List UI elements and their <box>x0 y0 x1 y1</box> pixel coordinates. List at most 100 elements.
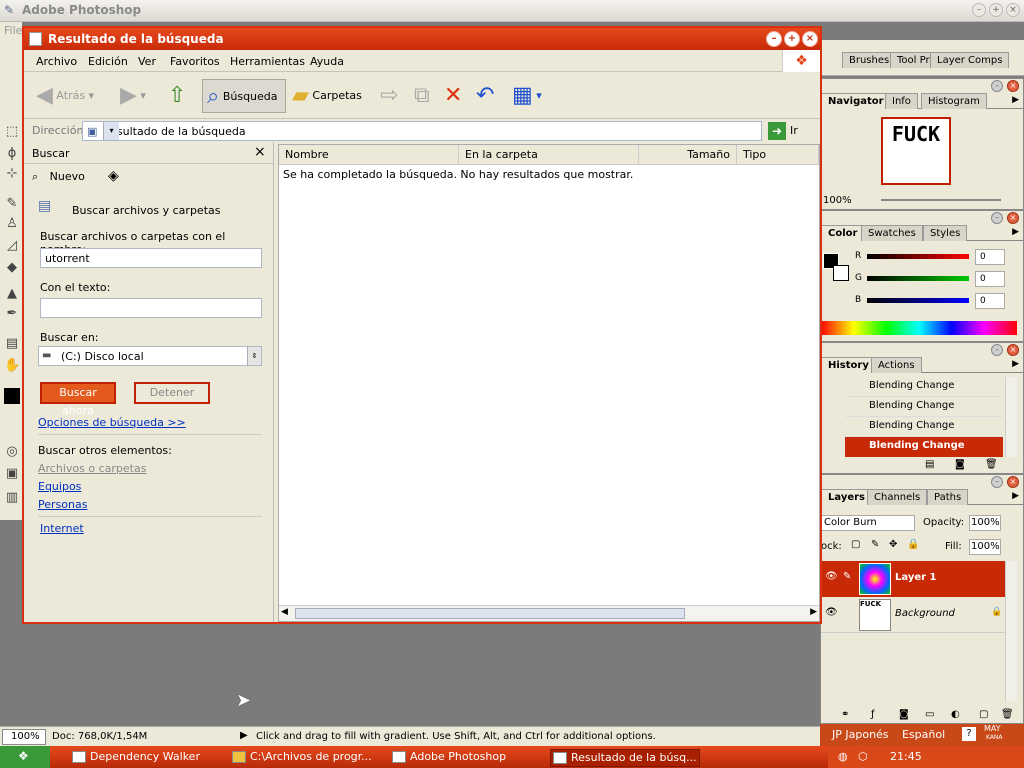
search-in-select[interactable]: ▬ (C:) Disco local ⇕ <box>38 346 262 366</box>
address-input[interactable]: ▣ Resultado de la búsqueda ▾ <box>82 121 762 141</box>
menu-ayuda[interactable]: Ayuda <box>310 55 344 68</box>
channel-r-value[interactable]: 0 <box>975 249 1005 265</box>
layer-style-icon[interactable]: ƒ <box>871 709 875 720</box>
new-snapshot-icon[interactable]: ▤ <box>925 459 934 470</box>
marquee-tool-icon[interactable]: ⬚ <box>4 124 20 140</box>
crop-tool-icon[interactable]: ⊹ <box>4 166 20 182</box>
minimize-button[interactable]: – <box>766 31 782 47</box>
tray-app-icon[interactable]: ⬡ <box>858 750 868 763</box>
stamp-tool-icon[interactable]: ♙ <box>4 216 20 232</box>
hand-tool-icon[interactable]: ✋ <box>4 358 20 374</box>
history-item[interactable]: Blending Change <box>845 377 1003 397</box>
menu-archivo[interactable]: Archivo <box>36 55 77 68</box>
brush-tool-icon[interactable]: ✎ <box>4 196 20 212</box>
channel-b-slider[interactable] <box>867 298 969 303</box>
scroll-left-icon[interactable]: ◀ <box>281 607 288 617</box>
taskbar-item-photoshop[interactable]: Adobe Photoshop <box>390 749 540 767</box>
chevron-down-icon[interactable]: ⇕ <box>247 347 261 365</box>
eraser-tool-icon[interactable]: ◿ <box>4 238 20 254</box>
tab-styles[interactable]: Styles <box>923 225 968 241</box>
navigator-close-icon[interactable]: × <box>1007 80 1019 92</box>
notes-tool-icon[interactable]: ▤ <box>4 336 20 352</box>
tab-swatches[interactable]: Swatches <box>861 225 923 241</box>
menu-favoritos[interactable]: Favoritos <box>170 55 220 68</box>
ps-zoom-field[interactable]: 100% <box>2 729 46 745</box>
layer-mask-icon[interactable]: ◙ <box>899 709 909 720</box>
scroll-right-icon[interactable]: ▶ <box>810 607 817 617</box>
column-en-la-carpeta[interactable]: En la carpeta <box>459 145 639 165</box>
text-content-input[interactable] <box>40 298 262 318</box>
layers-minimize-icon[interactable]: – <box>991 476 1003 488</box>
layer-name[interactable]: Layer 1 <box>895 572 936 583</box>
filename-input[interactable]: utorrent <box>40 248 262 268</box>
tab-history[interactable]: History <box>821 357 876 373</box>
color-background-swatch[interactable] <box>833 265 849 281</box>
menu-edicion[interactable]: Edición <box>88 55 128 68</box>
ps-menu-file[interactable]: File <box>4 24 22 37</box>
clock[interactable]: 21:45 <box>890 750 922 763</box>
back-button[interactable]: ◀ Atrás ▾ <box>36 79 94 113</box>
close-button[interactable]: × <box>802 31 818 47</box>
navigator-minimize-icon[interactable]: – <box>991 80 1003 92</box>
ps-maximize-button[interactable]: + <box>989 3 1003 17</box>
path-select-tool-icon[interactable]: ▲ <box>4 286 20 302</box>
jump-to-icon[interactable]: ▥ <box>4 490 20 506</box>
lock-all-icon[interactable]: 🔒 <box>907 539 919 550</box>
lock-move-icon[interactable]: ✥ <box>889 539 897 550</box>
address-dropdown-icon[interactable]: ▾ <box>103 122 119 140</box>
history-item-active[interactable]: Blending Change <box>845 437 1003 457</box>
blend-mode-select[interactable]: Color Burn <box>821 515 915 531</box>
taskbar-item-depwalker[interactable]: Dependency Walker <box>70 749 220 767</box>
channel-b-value[interactable]: 0 <box>975 293 1005 309</box>
tab-navigator[interactable]: Navigator <box>821 93 891 109</box>
column-tamano[interactable]: Tamaño <box>639 145 737 165</box>
pen-tool-icon[interactable]: ✒ <box>4 306 20 322</box>
layers-close-icon[interactable]: × <box>1007 476 1019 488</box>
tab-color[interactable]: Color <box>821 225 865 241</box>
window-title-bar[interactable]: Resultado de la búsqueda – + × <box>24 28 820 50</box>
foreground-color-swatch[interactable] <box>4 388 20 404</box>
new-layer-icon[interactable]: ▢ <box>979 709 988 720</box>
ps-status-menu-icon[interactable]: ▶ <box>240 730 248 741</box>
delete-button[interactable]: ✕ <box>444 79 462 113</box>
layers-scrollbar[interactable] <box>1005 561 1017 701</box>
fill-input[interactable]: 100% <box>969 539 1001 555</box>
screen-mode-icon[interactable]: ▣ <box>4 466 20 482</box>
horizontal-scrollbar[interactable]: ◀ ▶ <box>279 605 819 621</box>
new-group-icon[interactable]: ▭ <box>925 709 934 720</box>
color-close-icon[interactable]: × <box>1007 212 1019 224</box>
internet-link[interactable]: Internet <box>40 522 84 535</box>
history-minimize-icon[interactable]: – <box>991 344 1003 356</box>
search-now-button[interactable]: Buscar ahora <box>40 382 116 417</box>
ps-minimize-button[interactable]: – <box>972 3 986 17</box>
other-link-people[interactable]: Personas <box>38 498 87 511</box>
menu-ver[interactable]: Ver <box>138 55 156 68</box>
ps-close-button[interactable]: × <box>1006 3 1020 17</box>
new-search-button[interactable]: ⌕ Nuevo <box>32 166 85 188</box>
copy-to-button[interactable]: ⧉ <box>414 79 430 113</box>
search-pane-close-icon[interactable]: × <box>254 144 266 160</box>
tab-channels[interactable]: Channels <box>867 489 928 505</box>
lock-brush-icon[interactable]: ✎ <box>871 539 879 550</box>
search-toolbar-button[interactable]: ⌕ Búsqueda <box>202 79 286 113</box>
menu-herramientas[interactable]: Herramientas <box>230 55 305 68</box>
navigator-zoom[interactable]: 100% <box>823 195 852 206</box>
tab-paths[interactable]: Paths <box>927 489 969 505</box>
column-nombre[interactable]: Nombre <box>279 145 459 165</box>
channel-g-value[interactable]: 0 <box>975 271 1005 287</box>
search-companion-icon[interactable]: ◈ <box>108 168 119 184</box>
ps-doc-size[interactable]: Doc: 768,0K/1,54M <box>52 731 147 742</box>
move-to-button[interactable]: ⇨ <box>380 79 398 113</box>
other-link-computers[interactable]: Equipos <box>38 480 81 493</box>
layer-row-active[interactable]: 👁 ✎ Layer 1 <box>821 561 1005 597</box>
folders-toolbar-button[interactable]: ▰ Carpetas <box>292 79 362 113</box>
brush-link-icon[interactable]: ✎ <box>843 571 851 582</box>
navigator-thumbnail[interactable]: FUCK <box>881 117 951 185</box>
blur-tool-icon[interactable]: ◆ <box>4 260 20 276</box>
tab-brushes[interactable]: Brushes <box>842 52 897 68</box>
navigator-zoom-slider[interactable] <box>881 199 1001 201</box>
color-menu-icon[interactable]: ▶ <box>1012 227 1019 237</box>
opacity-input[interactable]: 100% <box>969 515 1001 531</box>
layers-menu-icon[interactable]: ▶ <box>1012 491 1019 501</box>
tab-histogram[interactable]: Histogram <box>921 93 987 109</box>
